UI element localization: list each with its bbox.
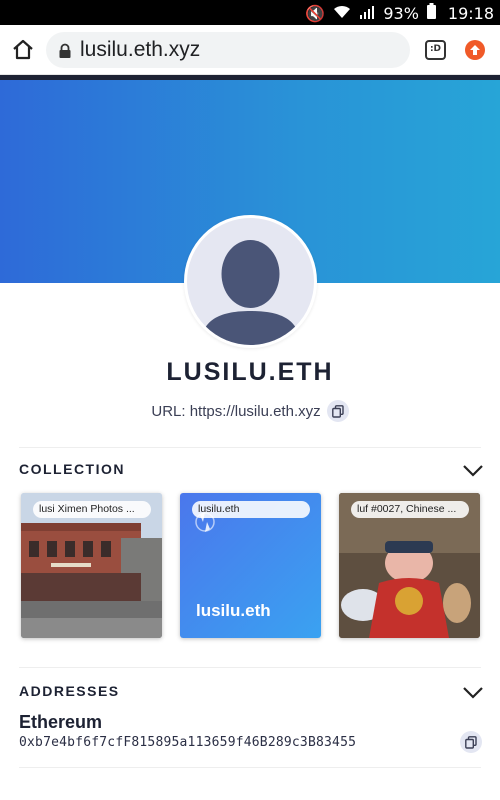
wifi-icon — [333, 4, 351, 23]
clock: 19:18 — [447, 3, 494, 23]
home-icon[interactable] — [10, 37, 36, 63]
mute-icon: 🔇 — [305, 3, 326, 23]
collection-item-label: lusilu.eth — [192, 501, 310, 518]
copy-address-button[interactable] — [460, 731, 482, 753]
default-avatar-icon — [201, 240, 300, 345]
chevron-down-icon[interactable] — [463, 687, 483, 699]
status-bar: 🔇 93% 19:18 — [0, 0, 500, 25]
battery-level: 93% — [383, 3, 419, 23]
divider — [19, 767, 481, 768]
battery-icon — [426, 3, 436, 23]
collection-item-label: lusi Ximen Photos ... — [33, 501, 151, 518]
copy-url-button[interactable] — [326, 400, 349, 422]
addresses-title: ADDRESSES — [19, 683, 120, 699]
address-bar[interactable]: lusilu.eth.xyz — [46, 32, 410, 68]
collection-title: COLLECTION — [19, 461, 125, 477]
profile-name: LUSILU.ETH — [166, 358, 334, 386]
url-text: lusilu.eth.xyz — [80, 38, 201, 61]
collection-item-label: luf #0027, Chinese ... — [351, 501, 469, 518]
status-icons: 🔇 93% 19:18 — [305, 3, 494, 23]
browser-toolbar: lusilu.eth.xyz :D — [0, 25, 500, 75]
copy-icon — [465, 735, 477, 749]
avatar — [184, 215, 317, 348]
lock-icon — [58, 43, 72, 58]
copy-icon — [331, 404, 344, 418]
profile-url-row: URL: https://lusilu.eth.xyz — [0, 400, 500, 422]
signal-icon — [359, 4, 375, 23]
address-value: 0xb7e4bf6f7cfF815895a113659f46B289c3B834… — [19, 735, 357, 750]
profile-url: URL: https://lusilu.eth.xyz — [151, 402, 321, 420]
ens-name: lusilu.eth — [196, 601, 271, 620]
tab-switcher-button[interactable]: :D — [425, 40, 446, 60]
collection-item[interactable]: luf #0027, Chinese ... — [339, 493, 480, 638]
collection-item[interactable]: lusi Ximen Photos ... — [21, 493, 162, 638]
collection-item[interactable]: lusilu.eth lusilu.eth — [180, 493, 321, 638]
divider — [19, 667, 481, 668]
update-icon[interactable] — [465, 40, 485, 60]
address-chain-name: Ethereum — [19, 712, 103, 732]
divider — [19, 447, 481, 448]
chevron-down-icon[interactable] — [463, 465, 483, 477]
